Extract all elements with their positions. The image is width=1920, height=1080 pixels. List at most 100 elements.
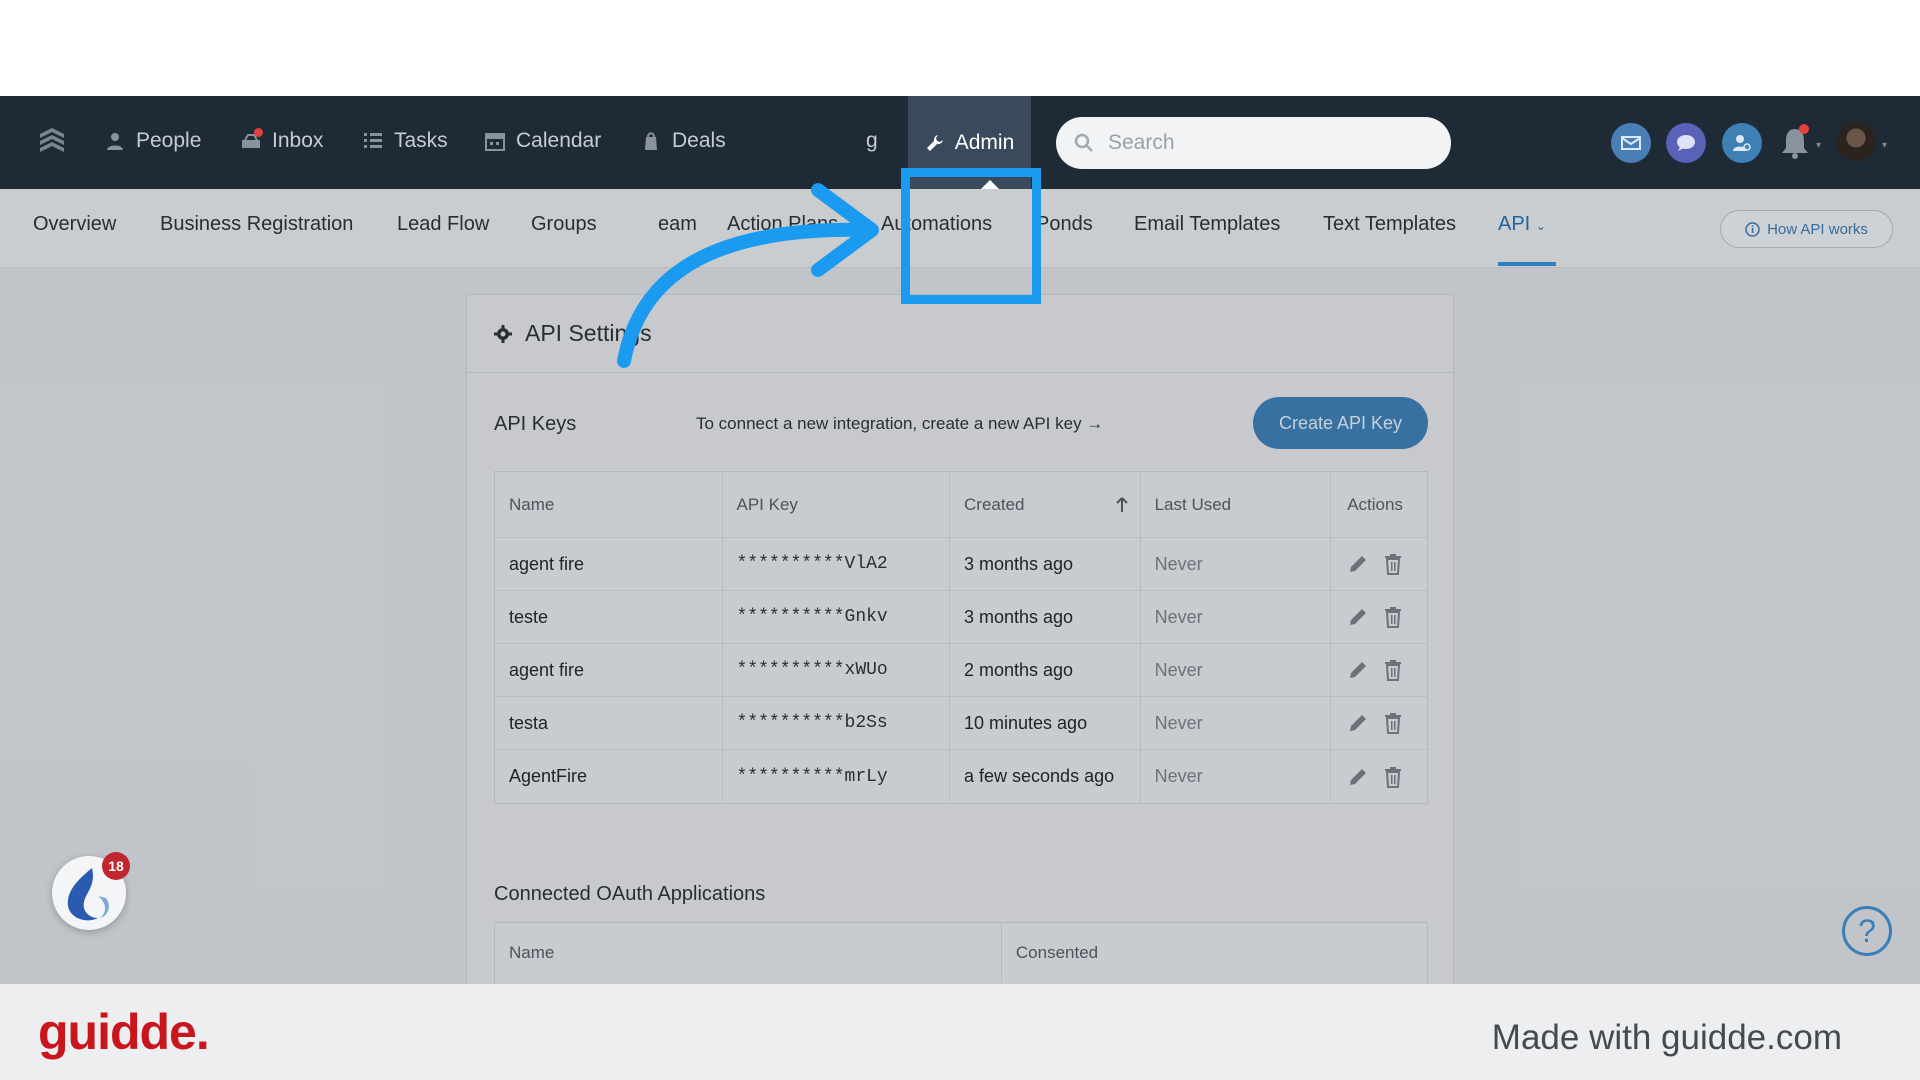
nav-people[interactable]: People	[104, 126, 201, 156]
column-header-name[interactable]: Name	[495, 472, 723, 537]
nav-tasks-label: Tasks	[394, 129, 448, 152]
nav-deals-label: Deals	[672, 129, 726, 152]
nav-inbox[interactable]: Inbox	[240, 126, 323, 156]
pencil-icon[interactable]	[1347, 553, 1369, 575]
search-input[interactable]	[1108, 131, 1408, 155]
deals-icon	[645, 132, 657, 150]
trash-icon[interactable]	[1383, 553, 1403, 575]
subnav-ponds[interactable]: Ponds	[1036, 213, 1093, 236]
subnav-overview[interactable]: Overview	[33, 213, 116, 236]
pencil-icon[interactable]	[1347, 606, 1369, 628]
row-actions	[1331, 538, 1427, 590]
nav-deals[interactable]: Deals	[640, 126, 726, 156]
column-header-created[interactable]: Created	[950, 472, 1141, 537]
row-api-key: **********mrLy	[723, 750, 950, 803]
row-actions	[1331, 697, 1427, 749]
subnav-business-registration[interactable]: Business Registration	[160, 213, 353, 236]
table-header-row: Name API Key Created Last Used Actions	[495, 472, 1427, 538]
calendar-icon	[485, 133, 505, 151]
row-api-key: **********b2Ss	[723, 697, 950, 749]
subnav-groups[interactable]: Groups	[531, 213, 597, 236]
app-logo-icon[interactable]	[36, 124, 68, 156]
notification-count-badge: 18	[102, 852, 130, 880]
trash-icon[interactable]	[1383, 606, 1403, 628]
app-window: People Inbox Tasks Calendar Deals g Admi…	[0, 96, 1920, 984]
chat-bubble-icon	[1677, 135, 1695, 151]
api-keys-hint: To connect a new integration, create a n…	[696, 414, 1104, 433]
nav-calendar[interactable]: Calendar	[484, 126, 601, 156]
wrench-icon	[926, 134, 943, 151]
row-actions	[1331, 750, 1427, 803]
help-button[interactable]: ?	[1842, 906, 1892, 956]
inbox-unread-dot	[254, 128, 263, 137]
nav-admin[interactable]: Admin	[908, 96, 1031, 189]
row-api-key: **********xWUo	[723, 644, 950, 696]
avatar-chevron-icon[interactable]: ▾	[1882, 140, 1892, 151]
table-row: testa **********b2Ss 10 minutes ago Neve…	[495, 697, 1427, 750]
create-api-key-button[interactable]: Create API Key	[1253, 397, 1428, 449]
chevron-down-icon: ⌄	[1535, 219, 1546, 233]
card-title: API Settings	[525, 320, 652, 346]
contacts-button[interactable]	[1722, 123, 1762, 163]
top-navigation-bar: People Inbox Tasks Calendar Deals g Admi…	[0, 96, 1920, 190]
row-name: agent fire	[495, 644, 723, 696]
pencil-icon[interactable]	[1347, 712, 1369, 734]
chat-button[interactable]	[1666, 123, 1706, 163]
subnav-text-templates[interactable]: Text Templates	[1323, 213, 1456, 236]
row-api-key: **********VlA2	[723, 538, 950, 590]
trash-icon[interactable]	[1383, 712, 1403, 734]
subnav-email-templates[interactable]: Email Templates	[1134, 213, 1280, 236]
row-last-used: Never	[1141, 697, 1332, 749]
admin-sub-navigation: Overview Business Registration Lead Flow…	[0, 189, 1920, 268]
nav-inbox-label: Inbox	[272, 129, 324, 152]
column-header-api-key[interactable]: API Key	[723, 472, 950, 537]
api-keys-table: Name API Key Created Last Used Actions a…	[494, 471, 1428, 804]
created-header-label: Created	[964, 494, 1025, 514]
trash-icon[interactable]	[1383, 659, 1403, 681]
avatar[interactable]	[1836, 122, 1876, 162]
nav-reporting[interactable]: g	[866, 126, 878, 156]
subnav-automations[interactable]: Automations	[881, 213, 992, 236]
subnav-action-plans[interactable]: Action Plans	[727, 213, 838, 236]
row-actions	[1331, 644, 1427, 696]
email-button[interactable]	[1611, 123, 1651, 163]
row-last-used: Never	[1141, 750, 1332, 803]
nav-people-label: People	[136, 129, 202, 152]
subnav-api-label: API	[1498, 213, 1531, 235]
oauth-column-header-name: Name	[495, 923, 1002, 983]
person-add-icon	[1733, 135, 1751, 151]
card-header: API Settings	[467, 295, 1453, 373]
subnav-team[interactable]: eam	[658, 213, 697, 236]
notification-bell-icon[interactable]	[1775, 123, 1815, 163]
table-row: AgentFire **********mrLy a few seconds a…	[495, 750, 1427, 803]
pencil-icon[interactable]	[1347, 766, 1369, 788]
how-api-works-button[interactable]: How API works	[1720, 210, 1893, 248]
notifications-chevron-icon[interactable]: ▾	[1816, 140, 1826, 151]
table-row: agent fire **********VlA2 3 months ago N…	[495, 538, 1427, 591]
nav-tasks[interactable]: Tasks	[362, 126, 448, 156]
trash-icon[interactable]	[1383, 766, 1403, 788]
notification-dot	[1799, 124, 1809, 134]
oauth-apps-table: Name Consented	[494, 922, 1428, 984]
person-icon	[107, 133, 123, 150]
table-row: agent fire **********xWUo 2 months ago N…	[495, 644, 1427, 697]
list-icon	[364, 133, 382, 148]
subnav-lead-flow[interactable]: Lead Flow	[397, 213, 489, 236]
row-last-used: Never	[1141, 591, 1332, 643]
row-created: 3 months ago	[950, 591, 1141, 643]
search-box[interactable]	[1056, 117, 1451, 169]
oauth-apps-heading: Connected OAuth Applications	[494, 883, 766, 905]
gear-icon	[494, 324, 512, 343]
made-with-label: Made with guidde.com	[1491, 1018, 1842, 1057]
column-header-last-used[interactable]: Last Used	[1141, 472, 1332, 537]
subnav-api[interactable]: API ⌄	[1498, 213, 1546, 236]
active-subnav-underline	[1498, 262, 1556, 266]
guidde-logo: guidde.	[38, 1004, 210, 1060]
screenshot-top-margin	[0, 0, 1920, 96]
oauth-column-header-consented: Consented	[1015, 943, 1099, 962]
row-name: teste	[495, 591, 723, 643]
row-last-used: Never	[1141, 644, 1332, 696]
api-keys-heading: API Keys	[494, 413, 577, 435]
pencil-icon[interactable]	[1347, 659, 1369, 681]
sort-ascending-icon[interactable]	[1115, 496, 1128, 513]
